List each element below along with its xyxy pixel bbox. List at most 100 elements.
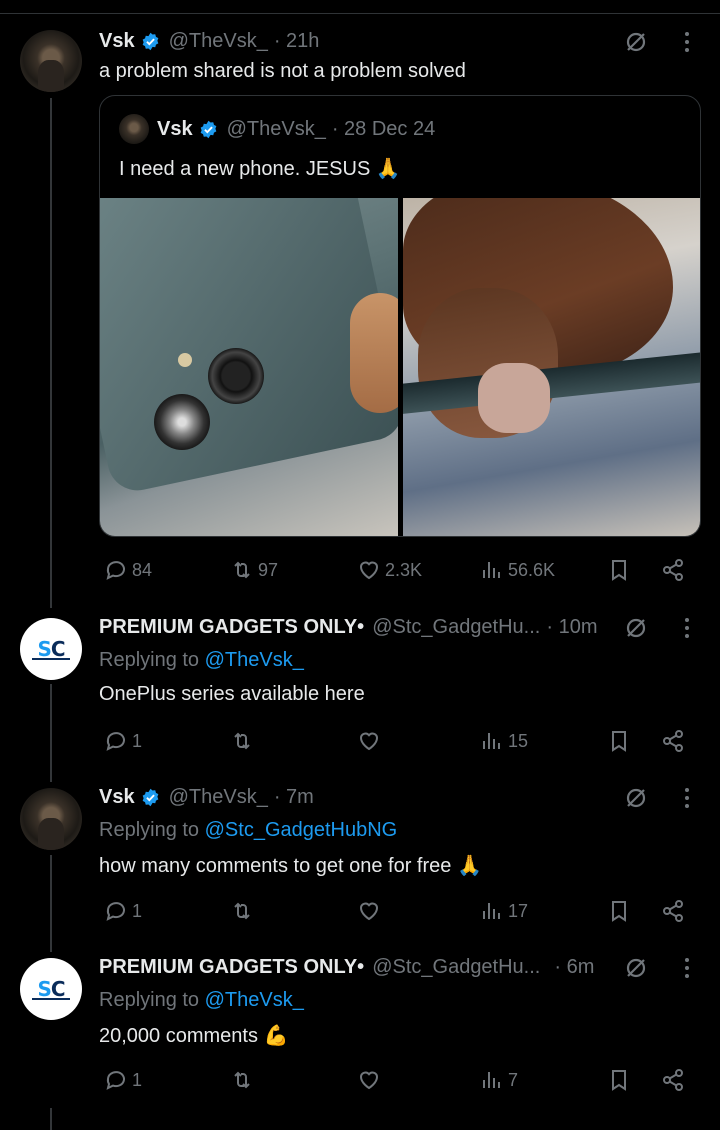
logo-underline	[32, 658, 70, 660]
post-actions: 1 15	[0, 726, 720, 756]
more-options-icon[interactable]	[676, 30, 698, 54]
author-handle[interactable]: @TheVsk_	[169, 30, 268, 53]
views-button[interactable]: 56.6K	[480, 555, 555, 585]
reply-icon	[106, 902, 125, 921]
reply-button[interactable]: 84	[104, 555, 152, 585]
author-name[interactable]: Vsk	[99, 30, 135, 53]
main-post[interactable]: Vsk @TheVsk_ · 21h a problem shared is n…	[0, 28, 720, 588]
share-button[interactable]	[661, 555, 685, 585]
bookmark-icon	[612, 560, 626, 581]
avatar[interactable]	[20, 788, 82, 850]
author-name[interactable]: Vsk	[99, 786, 135, 809]
like-button[interactable]	[357, 896, 381, 926]
quote-header: Vsk @TheVsk_ · 28 Dec 24	[119, 114, 435, 144]
reply-post[interactable]: SC PREMIUM GADGETS ONLY• @Stc_GadgetHu..…	[0, 954, 720, 1104]
bookmark-button[interactable]	[607, 555, 631, 585]
views-button[interactable]: 15	[480, 726, 528, 756]
views-count: 56.6K	[508, 559, 556, 580]
heart-icon	[359, 561, 379, 580]
more-options-icon[interactable]	[676, 956, 698, 980]
reply-count: 1	[132, 1069, 143, 1090]
replying-to: Replying to @Stc_GadgetHubNG	[99, 819, 398, 841]
repost-button[interactable]: 97	[230, 555, 278, 585]
author-handle[interactable]: @TheVsk_	[169, 786, 268, 809]
photo-phone-edge[interactable]	[403, 198, 700, 536]
bookmark-button[interactable]	[607, 896, 631, 926]
share-icon	[663, 730, 683, 752]
photo-cracked-camera[interactable]	[100, 198, 398, 536]
views-button[interactable]: 7	[480, 1065, 518, 1095]
replying-to: Replying to @TheVsk_	[99, 649, 304, 671]
heart-icon	[359, 902, 379, 921]
camera-flash-shape	[178, 353, 192, 367]
avatar[interactable]: SC	[20, 618, 82, 680]
avatar[interactable]: SC	[20, 958, 82, 1020]
post-time[interactable]: · 21h	[274, 30, 320, 53]
author-name[interactable]: PREMIUM GADGETS ONLY•	[99, 616, 364, 639]
verified-badge-icon	[142, 32, 158, 50]
like-count: 2.3K	[385, 559, 423, 580]
author-handle[interactable]: @Stc_GadgetHu...	[372, 956, 540, 979]
grok-icon[interactable]	[624, 30, 648, 54]
quote-media[interactable]	[100, 198, 700, 536]
post-time[interactable]: · 10m	[546, 616, 597, 639]
bookmark-button[interactable]	[607, 1065, 631, 1095]
views-count: 15	[508, 730, 529, 751]
reply-post[interactable]: SC PREMIUM GADGETS ONLY• @Stc_GadgetHu..…	[0, 614, 720, 764]
share-button[interactable]	[661, 896, 685, 926]
like-button[interactable]	[357, 726, 381, 756]
repost-icon	[234, 1071, 250, 1089]
quote-avatar	[119, 114, 149, 144]
repost-icon	[234, 561, 250, 579]
like-button[interactable]	[357, 1065, 381, 1095]
more-options-icon[interactable]	[676, 616, 698, 640]
post-time[interactable]: · 6m	[554, 956, 594, 979]
post-text: 20,000 comments 💪	[99, 1025, 289, 1047]
post-actions: 1 7	[0, 1065, 720, 1095]
reply-icon	[106, 561, 125, 580]
reply-button[interactable]: 1	[104, 1065, 142, 1095]
like-button[interactable]: 2.3K	[357, 555, 422, 585]
post-actions: 84 97 2.3K 56.6K	[0, 555, 720, 585]
bookmark-icon	[612, 901, 626, 922]
share-button[interactable]	[661, 726, 685, 756]
repost-button[interactable]	[230, 896, 254, 926]
post-header: PREMIUM GADGETS ONLY• @Stc_GadgetHu... ·…	[99, 954, 594, 980]
repost-button[interactable]	[230, 726, 254, 756]
reply-button[interactable]: 1	[104, 896, 142, 926]
views-count: 7	[508, 1069, 519, 1090]
views-button[interactable]: 17	[480, 896, 528, 926]
quote-author-handle: @TheVsk_	[226, 117, 326, 140]
more-options-icon[interactable]	[676, 786, 698, 810]
reply-post[interactable]: Vsk @TheVsk_ · 7m Replying to @Stc_Gadge…	[0, 784, 720, 934]
replying-to-link[interactable]: @Stc_GadgetHubNG	[205, 819, 398, 841]
share-button[interactable]	[661, 1065, 685, 1095]
bookmark-button[interactable]	[607, 726, 631, 756]
quote-text: I need a new phone. JESUS 🙏	[119, 158, 401, 180]
replying-to-link[interactable]: @TheVsk_	[205, 989, 304, 1011]
repost-icon	[234, 902, 250, 920]
camera-lens-shape	[208, 348, 264, 404]
author-name[interactable]: PREMIUM GADGETS ONLY•	[99, 956, 364, 979]
grok-icon[interactable]	[624, 956, 648, 980]
quoted-post[interactable]: Vsk @TheVsk_ · 28 Dec 24 I need a new ph…	[99, 95, 701, 537]
logo-underline	[32, 998, 70, 1000]
top-divider	[0, 13, 720, 14]
post-header: Vsk @TheVsk_ · 7m	[99, 784, 314, 810]
views-count: 17	[508, 900, 529, 921]
share-icon	[663, 559, 683, 581]
avatar[interactable]	[20, 30, 82, 92]
bookmark-icon	[612, 1070, 626, 1091]
grok-icon[interactable]	[624, 616, 648, 640]
post-time[interactable]: · 7m	[274, 786, 314, 809]
replying-to-link[interactable]: @TheVsk_	[205, 649, 304, 671]
views-icon	[483, 903, 500, 919]
post-header: Vsk @TheVsk_ · 21h	[99, 28, 319, 54]
author-handle[interactable]: @Stc_GadgetHu...	[372, 616, 540, 639]
reply-button[interactable]: 1	[104, 726, 142, 756]
repost-button[interactable]	[230, 1065, 254, 1095]
heart-icon	[359, 1071, 379, 1090]
grok-icon[interactable]	[624, 786, 648, 810]
share-icon	[663, 900, 683, 922]
reply-icon	[106, 1071, 125, 1090]
